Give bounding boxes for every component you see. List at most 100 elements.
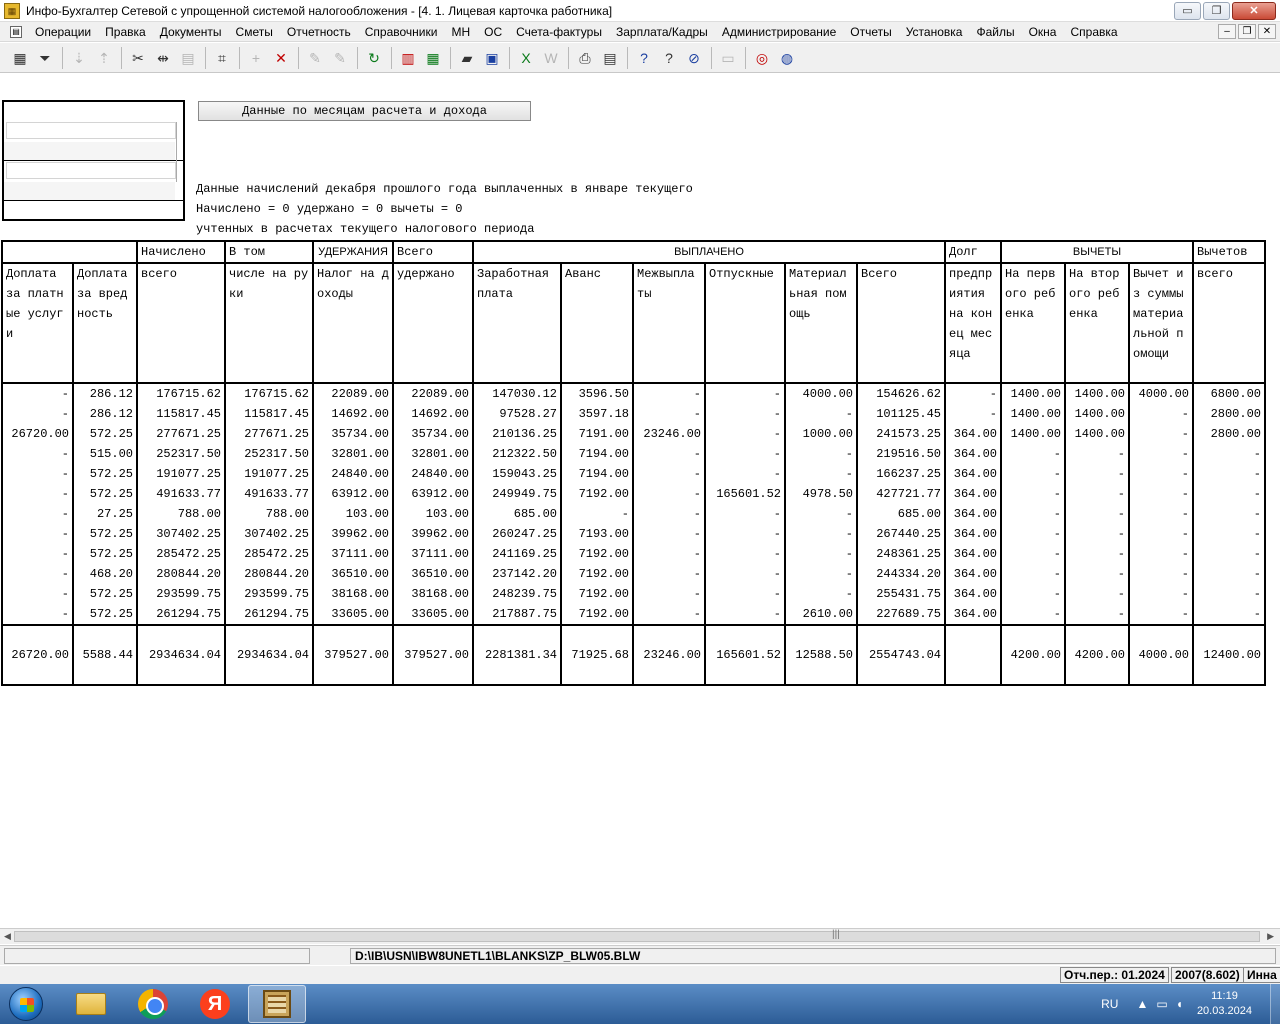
table-cell[interactable]: 260247.25 xyxy=(472,524,562,544)
table-cell[interactable]: 252317.50 xyxy=(224,444,314,464)
panel-scrollbar[interactable] xyxy=(176,122,182,182)
table-cell[interactable]: - xyxy=(704,604,786,625)
table-cell[interactable]: - xyxy=(1128,524,1194,544)
table-cell[interactable]: - xyxy=(1,444,74,464)
table-cell[interactable]: 115817.45 xyxy=(224,404,314,424)
table-cell[interactable]: 26720.00 xyxy=(1,424,74,444)
mdi-restore-button[interactable]: ❐ xyxy=(1238,24,1256,39)
taskbar-chrome[interactable] xyxy=(124,985,182,1023)
table-row[interactable]: -286.12 176715.62 176715.62 22089.00 22089.0… xyxy=(1,383,1266,404)
table-cell[interactable]: 364.00 xyxy=(944,584,1002,604)
table-cell[interactable]: - xyxy=(704,524,786,544)
table-cell[interactable]: 491633.77 xyxy=(136,484,226,504)
abacus-icon[interactable]: ▦ xyxy=(4,2,20,19)
table-cell[interactable]: 14692.00 xyxy=(312,404,394,424)
add-icon[interactable]: + xyxy=(244,46,268,70)
table-cell[interactable]: 280844.20 xyxy=(224,564,314,584)
menu-item[interactable]: Отчетность xyxy=(280,25,358,39)
taskbar-explorer[interactable] xyxy=(62,985,120,1023)
table-cell[interactable]: 7194.00 xyxy=(560,444,634,464)
table-cell[interactable]: 24840.00 xyxy=(392,464,474,484)
table-cell[interactable]: - xyxy=(1000,584,1066,604)
menu-item[interactable]: Установка xyxy=(899,25,970,39)
save-icon[interactable]: ▣ xyxy=(480,46,504,70)
table-cell[interactable]: - xyxy=(944,383,1002,404)
table-cell[interactable]: 249949.75 xyxy=(472,484,562,504)
horizontal-scrollbar[interactable]: ◀ ||| ▶ xyxy=(0,928,1280,944)
table-cell[interactable]: 7192.00 xyxy=(560,564,634,584)
employee-field-2[interactable] xyxy=(6,162,176,179)
menu-item[interactable]: Счета-фактуры xyxy=(509,25,609,39)
table-cell[interactable]: 7192.00 xyxy=(560,584,634,604)
close-button[interactable]: ✕ xyxy=(1232,1,1276,20)
table-cell[interactable]: - xyxy=(1000,604,1066,625)
table-cell[interactable]: - xyxy=(1000,504,1066,524)
table-cell[interactable]: - xyxy=(704,383,786,404)
table-row[interactable]: 26720.00 572.25 277671.25 277671.25 35734.00… xyxy=(1,424,1266,444)
table-cell[interactable]: 176715.62 xyxy=(136,383,226,404)
table-cell[interactable]: 572.25 xyxy=(72,544,138,564)
menu-item[interactable]: Сметы xyxy=(229,25,280,39)
table-cell[interactable]: - xyxy=(1,564,74,584)
table-cell[interactable]: 248361.25 xyxy=(856,544,946,564)
table-row[interactable]: -572.25 191077.25 191077.25 24840.00 24840.0… xyxy=(1,464,1266,484)
table-cell[interactable]: 4000.00 xyxy=(784,383,858,404)
table-cell[interactable]: 261294.75 xyxy=(136,604,226,625)
table-cell[interactable]: 36510.00 xyxy=(392,564,474,584)
table-cell[interactable]: - xyxy=(1192,544,1266,564)
table-cell[interactable]: - xyxy=(632,383,706,404)
table-cell[interactable]: 147030.12 xyxy=(472,383,562,404)
table-cell[interactable]: 37111.00 xyxy=(392,544,474,564)
table-cell[interactable]: 364.00 xyxy=(944,484,1002,504)
table-cell[interactable]: 572.25 xyxy=(72,424,138,444)
scroll-right-icon[interactable]: ▶ xyxy=(1267,931,1274,942)
table-cell[interactable]: 285472.25 xyxy=(224,544,314,564)
table-cell[interactable]: - xyxy=(632,484,706,504)
table-cell[interactable]: 165601.52 xyxy=(704,484,786,504)
pen-select-icon[interactable]: ✎ xyxy=(328,46,352,70)
table-cell[interactable]: - xyxy=(1064,484,1130,504)
table-cell[interactable]: 97528.27 xyxy=(472,404,562,424)
table-cell[interactable]: 7194.00 xyxy=(560,464,634,484)
start-button[interactable] xyxy=(4,984,48,1024)
merge-icon[interactable]: ⇹ xyxy=(151,46,175,70)
table-cell[interactable]: 39962.00 xyxy=(312,524,394,544)
table-cell[interactable]: - xyxy=(704,464,786,484)
paste-icon[interactable]: ▤ xyxy=(176,46,200,70)
sort-asc-icon[interactable]: ⇣ xyxy=(67,46,91,70)
table-row[interactable]: -27.25 788.00 788.00 103.00 103.00 685.00- - - -… xyxy=(1,504,1266,524)
table-cell[interactable]: 1400.00 xyxy=(1000,424,1066,444)
table-cell[interactable]: - xyxy=(1128,504,1194,524)
table-cell[interactable]: - xyxy=(1,484,74,504)
table-cell[interactable]: - xyxy=(1192,504,1266,524)
table-cell[interactable]: - xyxy=(632,504,706,524)
table-cell[interactable]: 685.00 xyxy=(856,504,946,524)
table-cell[interactable]: 103.00 xyxy=(312,504,394,524)
table-cell[interactable]: 788.00 xyxy=(224,504,314,524)
table-cell[interactable]: 32801.00 xyxy=(312,444,394,464)
table-row[interactable]: -572.25 285472.25 285472.25 37111.00 37111.0… xyxy=(1,544,1266,564)
table-cell[interactable]: - xyxy=(1192,484,1266,504)
menu-item[interactable]: Документы xyxy=(153,25,229,39)
compass-icon[interactable]: ⊘ xyxy=(682,46,706,70)
table-cell[interactable]: - xyxy=(1,604,74,625)
table-cell[interactable]: - xyxy=(632,544,706,564)
table-cell[interactable]: - xyxy=(1,404,74,424)
table-cell[interactable]: 427721.77 xyxy=(856,484,946,504)
table-cell[interactable]: 248239.75 xyxy=(472,584,562,604)
table-cell[interactable]: 37111.00 xyxy=(312,544,394,564)
table-cell[interactable]: 24840.00 xyxy=(312,464,394,484)
table-cell[interactable]: 1400.00 xyxy=(1064,424,1130,444)
table-cell[interactable]: 293599.75 xyxy=(224,584,314,604)
table-cell[interactable]: 572.25 xyxy=(72,464,138,484)
table-cell[interactable]: 176715.62 xyxy=(224,383,314,404)
menu-item[interactable]: Отчеты xyxy=(843,25,898,39)
table-row[interactable]: -572.25 293599.75 293599.75 38168.00 38168.0… xyxy=(1,584,1266,604)
volume-icon[interactable]: ◖ xyxy=(1176,997,1183,1011)
table-cell[interactable]: 7191.00 xyxy=(560,424,634,444)
table-cell[interactable]: - xyxy=(784,544,858,564)
table-cell[interactable]: 1400.00 xyxy=(1000,404,1066,424)
menu-item[interactable]: Зарплата/Кадры xyxy=(609,25,715,39)
table-cell[interactable]: 307402.25 xyxy=(224,524,314,544)
mdi-minimize-button[interactable]: – xyxy=(1218,24,1236,39)
